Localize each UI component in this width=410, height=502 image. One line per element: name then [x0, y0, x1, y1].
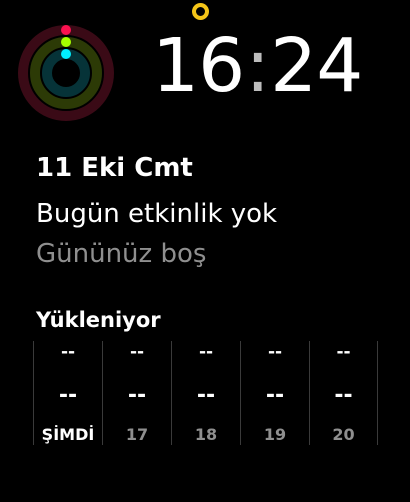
calendar-event[interactable]: Bugün etkinlik yok [36, 196, 277, 232]
exercise-ring-progress [61, 37, 71, 47]
forecast-condition: -- [129, 342, 145, 362]
activity-rings-graphic [18, 25, 114, 121]
forecast-condition: -- [198, 342, 214, 362]
calendar-date[interactable]: 11 Eki Cmt [36, 151, 193, 185]
forecast-temperature: -- [196, 383, 216, 408]
forecast-column: -- -- 20 [309, 341, 378, 445]
clock-time[interactable]: 16 : 24 [152, 16, 388, 116]
weather-forecast[interactable]: -- -- ŞİMDİ -- -- 17 -- -- 18 -- -- 19 -… [33, 341, 378, 445]
weather-status[interactable]: Yükleniyor [36, 305, 161, 335]
forecast-column-now: -- -- ŞİMDİ [33, 341, 102, 445]
forecast-hour: ŞİMDİ [41, 425, 95, 444]
activity-rings-icon[interactable] [17, 24, 115, 122]
forecast-column: -- -- 18 [171, 341, 240, 445]
forecast-temperature: -- [265, 383, 285, 408]
forecast-temperature: -- [334, 383, 353, 408]
forecast-hour: 20 [332, 425, 355, 444]
clock-minutes: 24 [270, 23, 363, 109]
move-ring-progress [61, 25, 71, 35]
forecast-column: -- -- 17 [102, 341, 171, 445]
stand-ring-progress [61, 49, 71, 59]
forecast-temperature: -- [127, 383, 147, 408]
stand-ring-track [42, 49, 90, 97]
forecast-condition: -- [60, 342, 76, 362]
forecast-condition: -- [336, 342, 351, 362]
forecast-hour: 17 [125, 425, 149, 444]
forecast-temperature: -- [58, 383, 78, 408]
forecast-column: -- -- 19 [240, 341, 309, 445]
forecast-hour: 19 [263, 425, 287, 444]
clock-separator: : [245, 23, 270, 109]
clock-hours: 16 [152, 23, 245, 109]
calendar-subtitle: Gününüz boş [36, 239, 207, 269]
forecast-hour: 18 [194, 425, 218, 444]
forecast-condition: -- [267, 342, 283, 362]
